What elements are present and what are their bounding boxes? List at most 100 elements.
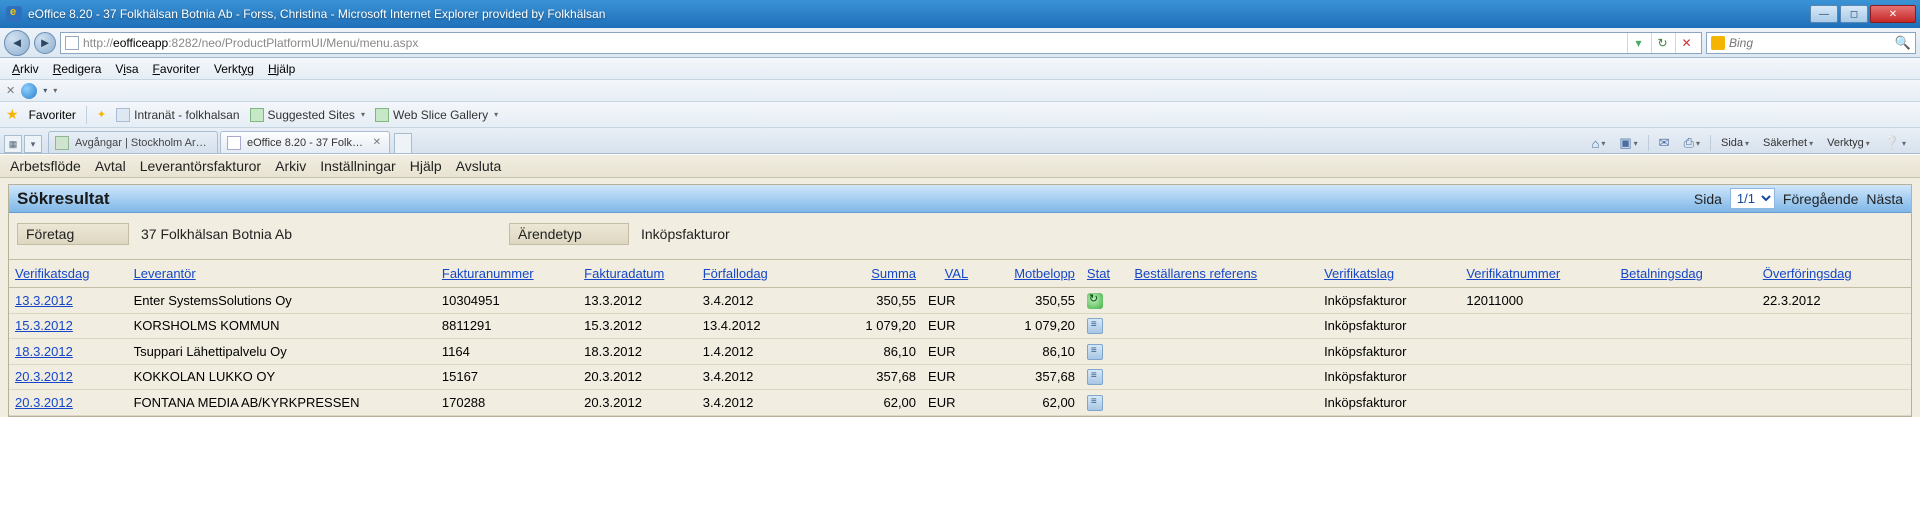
tab-list-button[interactable]: ▾ <box>24 135 42 153</box>
status-icon <box>1087 318 1103 334</box>
favorites-star-icon[interactable]: ★ <box>6 106 19 123</box>
command-bar: ⌂▾ ▣▾ ✉ ⎙▾ Sida▾ Säkerhet▾ Verktyg▾ ❔▾ <box>1587 133 1916 153</box>
cmd-feeds[interactable]: ▣▾ <box>1615 133 1641 153</box>
cmd-verktyg[interactable]: Verktyg▾ <box>1823 135 1874 151</box>
table-row[interactable]: 18.3.2012Tsuppari Lähettipalvelu Oy11641… <box>9 339 1911 365</box>
col-verifikatsdag[interactable]: Verifikatsdag <box>15 266 89 281</box>
tab-eoffice[interactable]: eOffice 8.20 - 37 Folkhä... ✕ <box>220 131 390 153</box>
stop-button[interactable]: ✕ <box>1675 33 1697 53</box>
appmenu-leverantorsfakturor[interactable]: Leverantörsfakturor <box>140 158 261 174</box>
toolrow-dropdown-icon[interactable]: ▾ <box>53 86 57 95</box>
menu-favoriter[interactable]: Favoriter <box>147 60 206 78</box>
table-row[interactable]: 20.3.2012KOKKOLAN LUKKO OY1516720.3.2012… <box>9 364 1911 390</box>
search-button-icon[interactable]: 🔍 <box>1895 35 1911 51</box>
col-summa[interactable]: Summa <box>871 266 916 281</box>
cell-verifikatslag: Inköpsfakturor <box>1318 390 1460 416</box>
col-verifikatnummer[interactable]: Verifikatnummer <box>1466 266 1560 281</box>
col-overforingsdag[interactable]: Överföringsdag <box>1763 266 1852 281</box>
tab-avgangar[interactable]: Avgångar | Stockholm Arla... <box>48 131 218 153</box>
col-forfallodag[interactable]: Förfallodag <box>703 266 768 281</box>
appmenu-hjalp[interactable]: Hjälp <box>410 158 442 174</box>
col-betalningsdag[interactable]: Betalningsdag <box>1620 266 1702 281</box>
new-tab-button[interactable] <box>394 133 412 153</box>
col-stat[interactable]: Stat <box>1087 266 1110 281</box>
close-button[interactable]: ✕ <box>1870 5 1916 23</box>
col-fakturadatum[interactable]: Fakturadatum <box>584 266 664 281</box>
cmd-sakerhet[interactable]: Säkerhet▾ <box>1759 135 1817 151</box>
table-row[interactable]: 13.3.2012Enter SystemsSolutions Oy103049… <box>9 288 1911 314</box>
url-protocol: http:// <box>83 36 113 50</box>
cell-fakturanummer: 10304951 <box>436 288 578 314</box>
col-val[interactable]: VAL <box>945 266 969 281</box>
pager-label: Sida <box>1694 191 1722 207</box>
cmd-print[interactable]: ⎙▾ <box>1680 133 1704 153</box>
toolrow-orb-icon[interactable] <box>21 83 37 99</box>
favlink-intranat[interactable]: Intranät - folkhalsan <box>116 108 239 122</box>
appmenu-installningar[interactable]: Inställningar <box>320 158 396 174</box>
cell-overforingsdag <box>1757 313 1911 339</box>
cell-leverantor: Enter SystemsSolutions Oy <box>128 288 436 314</box>
appmenu-arbetsflode[interactable]: Arbetsflöde <box>10 158 81 174</box>
address-bar[interactable]: http://eofficeapp:8282/neo/ProductPlatfo… <box>60 32 1702 54</box>
forward-button[interactable]: ► <box>34 32 56 54</box>
cmd-home[interactable]: ⌂▾ <box>1587 134 1609 153</box>
pager-select[interactable]: 1/1 <box>1730 188 1775 209</box>
cmd-sida[interactable]: Sida▾ <box>1717 135 1753 151</box>
cell-verifikatsdag[interactable]: 13.3.2012 <box>9 288 128 314</box>
minimize-button[interactable]: — <box>1810 5 1838 23</box>
pager-prev[interactable]: Föregående <box>1783 191 1859 207</box>
cell-verifikatnummer <box>1460 313 1614 339</box>
ie-menubar: Arkiv Redigera Visa Favoriter Verktyg Hj… <box>0 58 1920 80</box>
search-box[interactable]: 🔍 <box>1706 32 1916 54</box>
maximize-button[interactable]: ◻ <box>1840 5 1868 23</box>
chevron-down-icon: ▾ <box>361 110 365 119</box>
cell-verifikatsdag[interactable]: 20.3.2012 <box>9 364 128 390</box>
col-fakturanummer[interactable]: Fakturanummer <box>442 266 534 281</box>
cell-overforingsdag <box>1757 390 1911 416</box>
col-bestallarens[interactable]: Beställarens referens <box>1134 266 1257 281</box>
bing-icon <box>1711 36 1725 50</box>
cell-stat[interactable] <box>1081 339 1128 365</box>
cell-stat[interactable] <box>1081 313 1128 339</box>
cell-verifikatsdag[interactable]: 20.3.2012 <box>9 390 128 416</box>
back-button[interactable]: ◄ <box>4 30 30 56</box>
cell-verifikatsdag[interactable]: 15.3.2012 <box>9 313 128 339</box>
filter-arendetyp-label: Ärendetyp <box>509 223 629 245</box>
table-row[interactable]: 15.3.2012KORSHOLMS KOMMUN881129115.3.201… <box>9 313 1911 339</box>
tab-close-icon[interactable]: ✕ <box>373 137 381 148</box>
menu-redigera[interactable]: Redigera <box>47 60 108 78</box>
cell-stat[interactable] <box>1081 390 1128 416</box>
table-row[interactable]: 20.3.2012FONTANA MEDIA AB/KYRKPRESSEN170… <box>9 390 1911 416</box>
cell-verifikatsdag[interactable]: 18.3.2012 <box>9 339 128 365</box>
favlink-webslice[interactable]: Web Slice Gallery ▾ <box>375 108 498 122</box>
add-favorite-icon[interactable]: ✦ <box>97 108 106 121</box>
cell-stat[interactable] <box>1081 364 1128 390</box>
refresh-button[interactable]: ↻ <box>1651 33 1673 53</box>
menu-verktyg[interactable]: Verktyg <box>208 60 260 78</box>
appmenu-avsluta[interactable]: Avsluta <box>456 158 502 174</box>
favlink-suggested[interactable]: Suggested Sites ▾ <box>250 108 365 122</box>
cmd-mail[interactable]: ✉ <box>1655 133 1674 153</box>
col-verifikatslag[interactable]: Verifikatslag <box>1324 266 1394 281</box>
url-host: eofficeapp <box>113 36 168 50</box>
appmenu-arkiv[interactable]: Arkiv <box>275 158 306 174</box>
menu-arkiv[interactable]: Arkiv <box>6 60 45 78</box>
cmd-help[interactable]: ❔▾ <box>1880 133 1910 153</box>
cell-val: EUR <box>922 390 974 416</box>
ie-toolrow: ✕ ▾ <box>0 80 1920 102</box>
cell-forfallodag: 3.4.2012 <box>697 364 816 390</box>
cell-stat[interactable] <box>1081 288 1128 314</box>
quick-tabs-button[interactable]: ▦ <box>4 135 22 153</box>
cell-bestallarens <box>1128 313 1318 339</box>
menu-hjalp[interactable]: Hjälp <box>262 60 301 78</box>
col-motbelopp[interactable]: Motbelopp <box>1014 266 1075 281</box>
search-input[interactable] <box>1729 36 1891 50</box>
pager-next[interactable]: Nästa <box>1866 191 1903 207</box>
cell-forfallodag: 1.4.2012 <box>697 339 816 365</box>
address-dropdown-icon[interactable]: ▾ <box>1627 33 1649 53</box>
appmenu-avtal[interactable]: Avtal <box>95 158 126 174</box>
toolrow-close-icon[interactable]: ✕ <box>6 84 15 97</box>
menu-visa[interactable]: Visa <box>109 60 144 78</box>
cell-fakturadatum: 20.3.2012 <box>578 364 697 390</box>
col-leverantor[interactable]: Leverantör <box>134 266 196 281</box>
